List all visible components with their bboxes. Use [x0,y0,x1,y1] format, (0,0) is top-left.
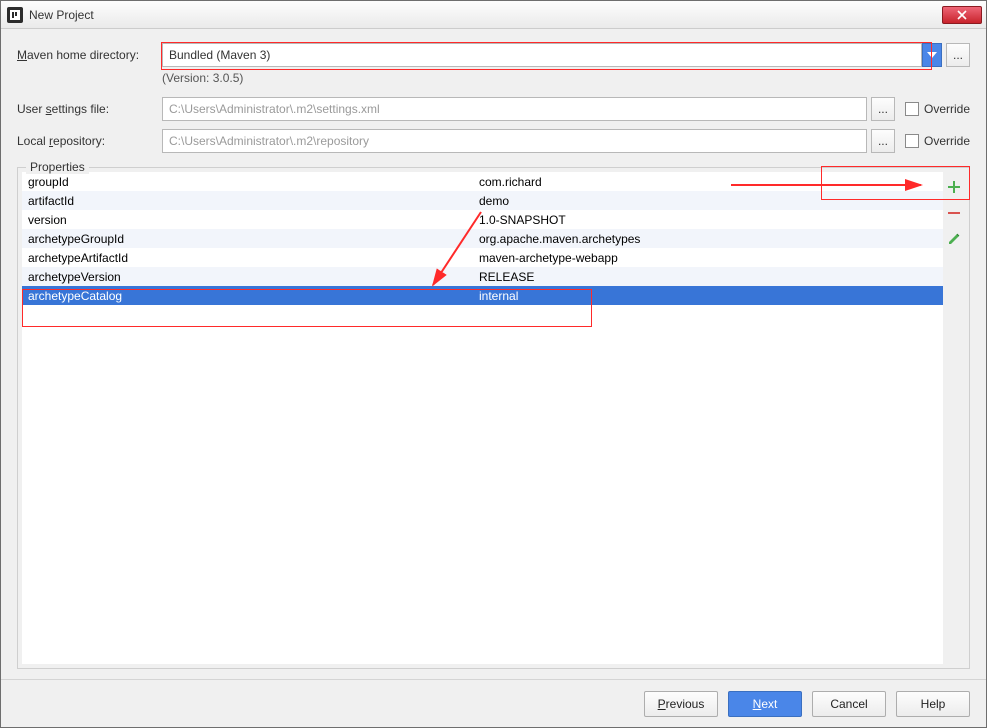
properties-table[interactable]: groupIdcom.richardartifactIddemoversion1… [22,172,943,664]
table-row[interactable]: archetypeGroupIdorg.apache.maven.archety… [22,229,943,248]
property-value: RELEASE [477,270,943,284]
checkbox-icon[interactable] [905,102,919,116]
override-label: Override [924,102,970,116]
cancel-button[interactable]: Cancel [812,691,886,717]
property-value: demo [477,194,943,208]
property-value: internal [477,289,943,303]
property-key: archetypeCatalog [22,289,477,303]
maven-version-note: (Version: 3.0.5) [162,71,970,85]
local-repo-row: Local repository: C:\Users\Administrator… [17,129,970,153]
override-label: Override [924,134,970,148]
dropdown-arrow-icon[interactable] [922,43,942,67]
user-settings-row: User settings file: C:\Users\Administrat… [17,97,970,121]
property-key: groupId [22,175,477,189]
property-key: archetypeVersion [22,270,477,284]
property-value: maven-archetype-webapp [477,251,943,265]
property-value: 1.0-SNAPSHOT [477,213,943,227]
table-row[interactable]: version1.0-SNAPSHOT [22,210,943,229]
properties-toolbar [943,172,965,664]
edit-button[interactable] [945,230,963,248]
table-row[interactable]: groupIdcom.richard [22,172,943,191]
maven-home-combo[interactable]: Bundled (Maven 3) [162,43,942,67]
property-value: org.apache.maven.archetypes [477,232,943,246]
dialog-footer: Previous Next Cancel Help [1,679,986,727]
titlebar: New Project [1,1,986,29]
property-key: version [22,213,477,227]
window-close-button[interactable] [942,6,982,24]
user-settings-label: User settings file: [17,102,162,116]
property-key: archetypeGroupId [22,232,477,246]
remove-button[interactable] [945,204,963,222]
next-button[interactable]: Next [728,691,802,717]
app-icon [7,7,23,23]
new-project-dialog: New Project Maven home directory: Bundle… [0,0,987,728]
local-repo-field[interactable]: C:\Users\Administrator\.m2\repository [162,129,867,153]
checkbox-icon[interactable] [905,134,919,148]
maven-home-browse-button[interactable]: ... [946,43,970,67]
properties-title: Properties [26,160,89,174]
property-key: artifactId [22,194,477,208]
local-repo-label: Local repository: [17,134,162,148]
dialog-content: Maven home directory: Bundled (Maven 3) … [1,29,986,679]
property-value: com.richard [477,175,943,189]
previous-button[interactable]: Previous [644,691,718,717]
help-button[interactable]: Help [896,691,970,717]
user-settings-override[interactable]: Override [905,102,970,116]
add-button[interactable] [945,178,963,196]
maven-home-value[interactable]: Bundled (Maven 3) [162,43,922,67]
property-key: archetypeArtifactId [22,251,477,265]
local-repo-override[interactable]: Override [905,134,970,148]
user-settings-browse-button[interactable]: ... [871,97,895,121]
maven-home-row: Maven home directory: Bundled (Maven 3) … [17,43,970,67]
table-row[interactable]: artifactIddemo [22,191,943,210]
table-row[interactable]: archetypeVersionRELEASE [22,267,943,286]
properties-group: Properties groupIdcom.richardartifactIdd… [17,167,970,669]
user-settings-field[interactable]: C:\Users\Administrator\.m2\settings.xml [162,97,867,121]
table-row[interactable]: archetypeArtifactIdmaven-archetype-webap… [22,248,943,267]
local-repo-browse-button[interactable]: ... [871,129,895,153]
window-title: New Project [29,8,942,22]
maven-home-label: Maven home directory: [17,48,162,62]
table-row[interactable]: archetypeCataloginternal [22,286,943,305]
